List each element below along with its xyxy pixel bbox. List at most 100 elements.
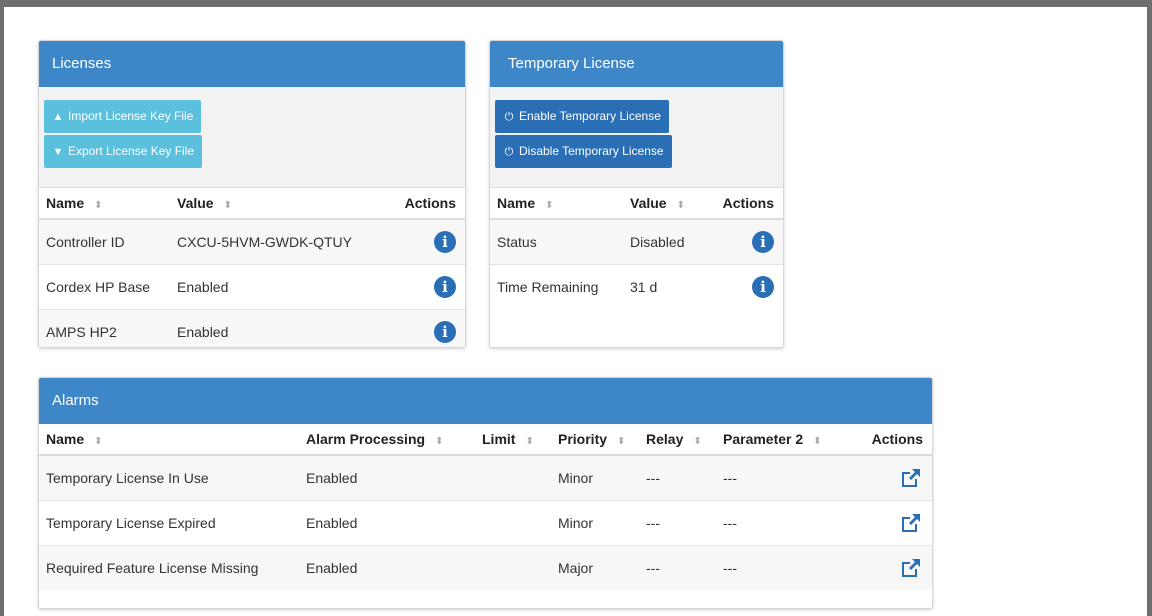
alarm-name: Temporary License In Use: [39, 454, 299, 501]
column-header-relay[interactable]: Relay ⬍: [639, 424, 716, 456]
sort-icon[interactable]: ⬍: [813, 436, 821, 447]
sort-icon[interactable]: ⬍: [224, 200, 232, 211]
info-circle-icon[interactable]: i: [752, 231, 774, 253]
column-header-value[interactable]: Value ⬍: [170, 188, 367, 220]
row-actions: i: [706, 264, 783, 309]
alarm-relay: ---: [639, 545, 716, 590]
import-license-button[interactable]: ▲ Import License Key File: [44, 100, 202, 133]
row-actions: [848, 454, 932, 501]
disable-temporary-label: Disable Temporary License: [519, 144, 664, 158]
power-icon: ⏻: [504, 111, 514, 123]
disable-temporary-license-button[interactable]: ⏻ Disable Temporary License: [495, 135, 672, 168]
info-circle-icon[interactable]: i: [752, 276, 774, 298]
sort-icon[interactable]: ⬍: [525, 436, 533, 447]
table-row: Time Remaining 31 d i: [490, 264, 783, 309]
column-header-name[interactable]: Name ⬍: [39, 424, 299, 456]
licenses-title: Licenses: [39, 41, 465, 87]
row-actions: [848, 545, 932, 590]
table-row: Temporary License In Use Enabled Minor -…: [39, 454, 932, 501]
column-header-name[interactable]: Name ⬍: [490, 188, 623, 220]
column-priority-label: Priority: [558, 431, 608, 447]
temporary-table: Name ⬍ Value ⬍ Actions Status Disabled i T…: [490, 188, 783, 309]
column-name-label: Name: [46, 195, 85, 211]
alarms-table: Name ⬍ Alarm Processing ⬍ Limit ⬍ Priority ⬍…: [39, 424, 932, 590]
enable-temporary-license-button[interactable]: ⏻ Enable Temporary License: [495, 100, 669, 133]
column-relay-label: Relay: [646, 431, 684, 447]
alarm-priority: Minor: [551, 500, 639, 546]
license-name: Cordex HP Base: [39, 264, 170, 310]
column-header-alarm-processing[interactable]: Alarm Processing ⬍: [299, 424, 475, 456]
temporary-value: Disabled: [623, 218, 706, 265]
enable-temporary-label: Enable Temporary License: [519, 109, 661, 123]
external-edit-icon[interactable]: [899, 556, 923, 580]
alarm-processing: Enabled: [299, 454, 475, 501]
temporary-toolbar: ⏻ Enable Temporary License ⏻ Disable Tempo…: [490, 87, 783, 188]
table-row: Status Disabled i: [490, 218, 783, 265]
row-actions: i: [367, 218, 465, 265]
column-header-value[interactable]: Value ⬍: [623, 188, 706, 220]
sort-icon[interactable]: ⬍: [94, 200, 102, 211]
download-icon: ▼: [52, 146, 64, 158]
column-limit-label: Limit: [482, 431, 516, 447]
alarm-priority: Minor: [551, 454, 639, 501]
alarm-relay: ---: [639, 454, 716, 501]
upload-icon: ▲: [52, 111, 64, 123]
license-value: CXCU-5HVM-GWDK-QTUY: [170, 218, 367, 265]
column-value-label: Value: [177, 195, 214, 211]
sort-icon[interactable]: ⬍: [617, 436, 625, 447]
row-actions: [848, 500, 932, 546]
temporary-name: Time Remaining: [490, 264, 623, 309]
row-actions: i: [367, 309, 465, 347]
alarm-parameter-2: ---: [716, 500, 848, 546]
column-header-priority[interactable]: Priority ⬍: [551, 424, 639, 456]
alarm-name: Temporary License Expired: [39, 500, 299, 546]
license-name: Controller ID: [39, 218, 170, 265]
column-header-actions: Actions: [848, 424, 932, 456]
sort-icon[interactable]: ⬍: [677, 200, 685, 211]
alarms-panel: Alarms Name ⬍ Alarm Processing ⬍ Limit ⬍ Pr…: [38, 377, 933, 609]
sort-icon[interactable]: ⬍: [94, 436, 102, 447]
sort-icon[interactable]: ⬍: [545, 200, 553, 211]
alarm-parameter-2: ---: [716, 454, 848, 501]
table-row: Controller ID CXCU-5HVM-GWDK-QTUY i: [39, 218, 465, 265]
alarm-limit: [475, 454, 551, 501]
info-circle-icon[interactable]: i: [434, 321, 456, 343]
table-row: Temporary License Expired Enabled Minor …: [39, 500, 932, 546]
column-header-parameter-2[interactable]: Parameter 2 ⬍: [716, 424, 848, 456]
temporary-name: Status: [490, 218, 623, 265]
info-circle-icon[interactable]: i: [434, 231, 456, 253]
table-row: Cordex HP Base Enabled i: [39, 264, 465, 310]
column-value-label: Value: [630, 195, 667, 211]
row-actions: i: [706, 218, 783, 265]
sort-icon[interactable]: ⬍: [435, 436, 443, 447]
column-name-label: Name: [497, 195, 536, 211]
import-license-label: Import License Key File: [68, 109, 194, 123]
column-header-name[interactable]: Name ⬍: [39, 188, 170, 220]
column-name-label: Name: [46, 431, 85, 447]
alarm-processing: Enabled: [299, 500, 475, 546]
licenses-table: Name ⬍ Value ⬍ Actions Controller ID CXCU-…: [39, 188, 465, 347]
alarm-limit: [475, 500, 551, 546]
column-header-actions: Actions: [367, 188, 465, 220]
row-actions: i: [367, 264, 465, 310]
power-icon: ⏻: [504, 146, 514, 158]
column-param2-label: Parameter 2: [723, 431, 804, 447]
alarm-priority: Major: [551, 545, 639, 590]
license-name: AMPS HP2: [39, 309, 170, 347]
alarm-name: Required Feature License Missing: [39, 545, 299, 590]
table-row: Required Feature License Missing Enabled…: [39, 545, 932, 590]
export-license-button[interactable]: ▼ Export License Key File: [44, 135, 203, 168]
table-row: AMPS HP2 Enabled i: [39, 309, 465, 347]
external-edit-icon[interactable]: [899, 466, 923, 490]
alarm-relay: ---: [639, 500, 716, 546]
external-edit-icon[interactable]: [899, 511, 923, 535]
sort-icon[interactable]: ⬍: [693, 436, 701, 447]
licenses-toolbar: ▲ Import License Key File ▼ Export License…: [39, 87, 465, 188]
alarm-parameter-2: ---: [716, 545, 848, 590]
column-processing-label: Alarm Processing: [306, 431, 426, 447]
temporary-license-title: Temporary License: [490, 41, 783, 87]
column-header-limit[interactable]: Limit ⬍: [475, 424, 551, 456]
info-circle-icon[interactable]: i: [434, 276, 456, 298]
column-header-actions: Actions: [706, 188, 783, 220]
alarm-processing: Enabled: [299, 545, 475, 590]
